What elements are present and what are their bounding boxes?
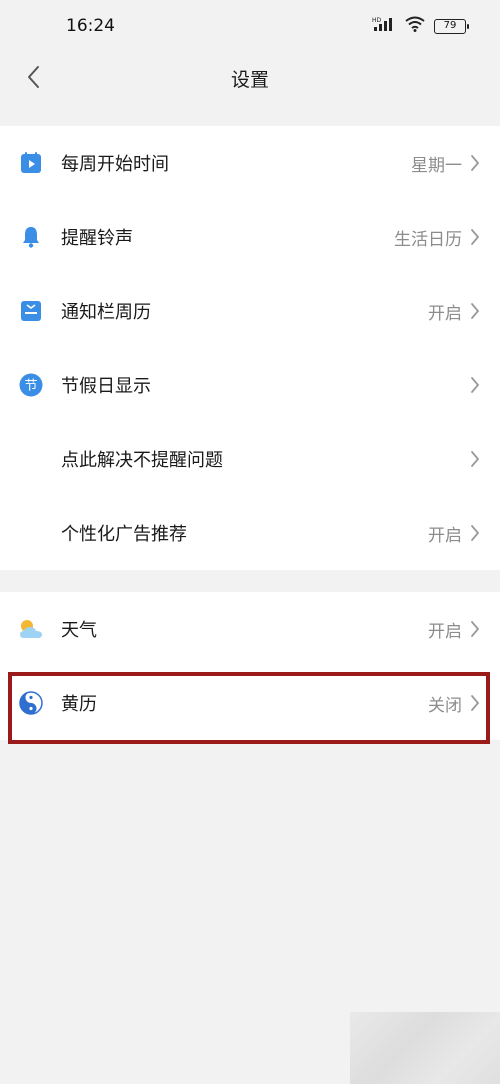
setting-holiday-display[interactable]: 节 节假日显示 — [0, 348, 500, 422]
setting-label: 天气 — [61, 620, 97, 641]
setting-value: 开启 — [428, 303, 462, 324]
setting-value: 开启 — [428, 621, 462, 642]
setting-notification-calendar[interactable]: 通知栏周历 开启 — [0, 274, 500, 348]
setting-label: 黄历 — [61, 694, 97, 715]
holiday-icon: 节 — [18, 372, 44, 398]
calendar-play-icon — [18, 150, 44, 176]
setting-value: 关闭 — [428, 695, 462, 716]
back-button[interactable] — [16, 60, 50, 94]
status-icons: HD 79 — [372, 16, 469, 37]
setting-label: 节假日显示 — [61, 376, 151, 397]
settings-group-extras: 天气 开启 黄历 关闭 — [0, 592, 500, 740]
setting-weather[interactable]: 天气 开启 — [0, 592, 500, 666]
chevron-right-icon — [468, 619, 482, 639]
settings-group-general: 每周开始时间 星期一 提醒铃声 生活日历 通知栏周历 开启 节 节假日显示 点此… — [0, 126, 500, 570]
status-bar: 16:24 HD 79 — [0, 0, 500, 52]
battery-icon: 79 — [434, 18, 469, 34]
cellular-signal-icon: HD — [372, 16, 396, 37]
chevron-right-icon — [468, 227, 482, 247]
watermark — [350, 1012, 500, 1084]
setting-label: 个性化广告推荐 — [61, 524, 187, 545]
setting-reminder-ringtone[interactable]: 提醒铃声 生活日历 — [0, 200, 500, 274]
chevron-right-icon — [468, 523, 482, 543]
yin-yang-icon — [18, 690, 44, 716]
chevron-left-icon — [28, 66, 39, 88]
setting-value: 星期一 — [411, 155, 462, 176]
wifi-icon — [405, 16, 425, 37]
chevron-right-icon — [468, 449, 482, 469]
chevron-right-icon — [468, 693, 482, 713]
setting-personalized-ads[interactable]: 个性化广告推荐 开启 — [0, 496, 500, 570]
setting-label: 每周开始时间 — [61, 154, 169, 175]
svg-text:HD: HD — [372, 17, 382, 24]
setting-label: 点此解决不提醒问题 — [61, 450, 223, 471]
setting-value: 生活日历 — [394, 229, 462, 250]
bell-icon — [18, 224, 44, 250]
status-time: 16:24 — [66, 16, 115, 36]
svg-text:节: 节 — [24, 379, 37, 394]
setting-value: 开启 — [428, 525, 462, 546]
title-bar: 设置 — [0, 52, 500, 104]
chevron-right-icon — [468, 153, 482, 173]
setting-almanac[interactable]: 黄历 关闭 — [0, 666, 500, 740]
chevron-right-icon — [468, 301, 482, 321]
setting-week-start[interactable]: 每周开始时间 星期一 — [0, 126, 500, 200]
setting-label: 提醒铃声 — [61, 228, 133, 249]
chevron-right-icon — [468, 375, 482, 395]
setting-label: 通知栏周历 — [61, 302, 151, 323]
setting-fix-reminder[interactable]: 点此解决不提醒问题 — [0, 422, 500, 496]
weather-icon — [18, 616, 44, 642]
notification-calendar-icon — [18, 298, 44, 324]
page-title: 设置 — [230, 68, 269, 91]
